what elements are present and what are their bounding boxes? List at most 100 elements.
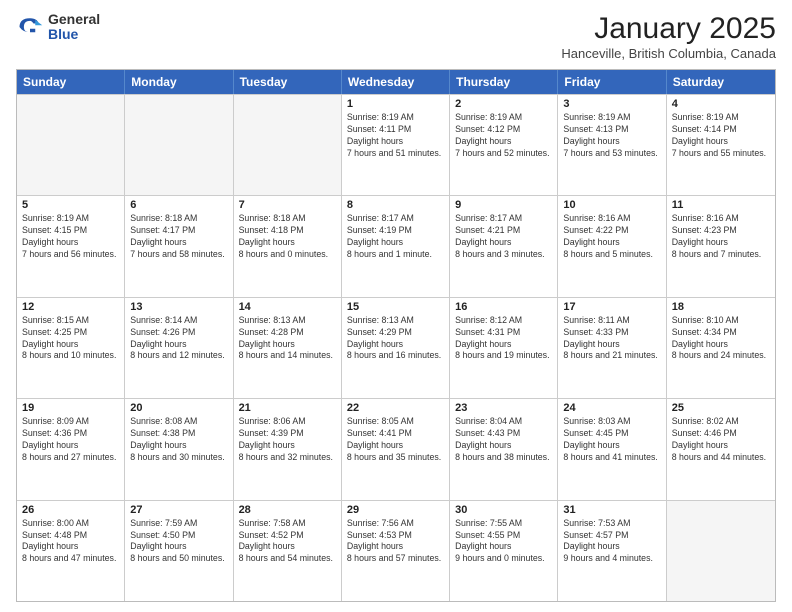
cell-date-number: 11 xyxy=(672,199,770,211)
sunrise-label: Sunrise: 8:16 AM xyxy=(563,213,630,223)
sunset-label: Sunset: 4:34 PM xyxy=(672,327,737,337)
cell-info: Sunrise: 8:13 AMSunset: 4:29 PMDaylight … xyxy=(347,315,444,363)
sunset-label: Sunset: 4:29 PM xyxy=(347,327,412,337)
cell-info: Sunrise: 7:58 AMSunset: 4:52 PMDaylight … xyxy=(239,518,336,566)
cell-date-number: 23 xyxy=(455,402,552,414)
calendar-cell: 16Sunrise: 8:12 AMSunset: 4:31 PMDayligh… xyxy=(450,298,558,398)
cell-info: Sunrise: 8:11 AMSunset: 4:33 PMDaylight … xyxy=(563,315,660,363)
daylight-label: Daylight hours xyxy=(455,541,511,551)
daylight-value: 8 hours and 16 minutes. xyxy=(347,350,441,360)
daylight-value: 7 hours and 53 minutes. xyxy=(563,148,657,158)
daylight-label: Daylight hours xyxy=(347,237,403,247)
sunset-label: Sunset: 4:39 PM xyxy=(239,428,304,438)
calendar-header: SundayMondayTuesdayWednesdayThursdayFrid… xyxy=(17,70,775,94)
sunrise-label: Sunrise: 8:18 AM xyxy=(239,213,306,223)
calendar-cell: 14Sunrise: 8:13 AMSunset: 4:28 PMDayligh… xyxy=(234,298,342,398)
calendar: SundayMondayTuesdayWednesdayThursdayFrid… xyxy=(16,69,776,602)
sunrise-label: Sunrise: 8:19 AM xyxy=(455,112,522,122)
cell-date-number: 19 xyxy=(22,402,119,414)
calendar-cell: 7Sunrise: 8:18 AMSunset: 4:18 PMDaylight… xyxy=(234,196,342,296)
sunset-label: Sunset: 4:23 PM xyxy=(672,225,737,235)
cell-date-number: 29 xyxy=(347,504,444,516)
daylight-value: 7 hours and 56 minutes. xyxy=(22,249,116,259)
sunrise-label: Sunrise: 8:19 AM xyxy=(22,213,89,223)
sunrise-label: Sunrise: 8:02 AM xyxy=(672,416,739,426)
daylight-label: Daylight hours xyxy=(455,440,511,450)
daylight-value: 8 hours and 38 minutes. xyxy=(455,452,549,462)
sunrise-label: Sunrise: 8:13 AM xyxy=(347,315,414,325)
sunrise-label: Sunrise: 8:00 AM xyxy=(22,518,89,528)
logo-text: General Blue xyxy=(48,12,100,43)
page: General Blue January 2025 Hanceville, Br… xyxy=(0,0,792,612)
daylight-value: 8 hours and 10 minutes. xyxy=(22,350,116,360)
cell-info: Sunrise: 8:05 AMSunset: 4:41 PMDaylight … xyxy=(347,416,444,464)
sunset-label: Sunset: 4:57 PM xyxy=(563,530,628,540)
calendar-cell: 13Sunrise: 8:14 AMSunset: 4:26 PMDayligh… xyxy=(125,298,233,398)
cell-info: Sunrise: 8:19 AM Sunset: 4:13 PM Daylight … xyxy=(563,112,660,160)
calendar-cell: 4Sunrise: 8:19 AMSunset: 4:14 PMDaylight… xyxy=(667,95,775,195)
sunrise-label: Sunrise: 8:19 AM xyxy=(563,112,630,122)
daylight-label: Daylight hours xyxy=(672,440,728,450)
cell-date-number: 25 xyxy=(672,402,770,414)
cell-date-number: 13 xyxy=(130,301,227,313)
daylight-value: 8 hours and 32 minutes. xyxy=(239,452,333,462)
cell-info: Sunrise: 8:13 AM Sunset: 4:28 PM Daylight … xyxy=(239,315,336,363)
sunrise-label: Sunrise: 8:05 AM xyxy=(347,416,414,426)
calendar-week-row: 12 Sunrise: 8:15 AM Sunset: 4:25 PM Dayligh… xyxy=(17,297,775,398)
cell-date-number: 27 xyxy=(130,504,227,516)
calendar-cell: 21Sunrise: 8:06 AMSunset: 4:39 PMDayligh… xyxy=(234,399,342,499)
sunset-label: Sunset: 4:43 PM xyxy=(455,428,520,438)
daylight-label: Daylight hours xyxy=(239,237,295,247)
calendar-cell: 6Sunrise: 8:18 AMSunset: 4:17 PMDaylight… xyxy=(125,196,233,296)
sunrise-label: Sunrise: 7:55 AM xyxy=(455,518,522,528)
calendar-cell: 29Sunrise: 7:56 AMSunset: 4:53 PMDayligh… xyxy=(342,501,450,601)
calendar-cell: 1Sunrise: 8:19 AMSunset: 4:11 PMDaylight… xyxy=(342,95,450,195)
cell-info: Sunrise: 8:12 AMSunset: 4:31 PMDaylight … xyxy=(455,315,552,363)
sunset-label: Sunset: 4:53 PM xyxy=(347,530,412,540)
daylight-label: Daylight hours xyxy=(239,339,295,349)
daylight-value: 8 hours and 1 minute. xyxy=(347,249,432,259)
cell-date-number: 24 xyxy=(563,402,660,414)
sunset-label: Sunset: 4:25 PM xyxy=(22,327,87,337)
logo-general: General xyxy=(48,11,100,27)
daylight-label: Daylight hours xyxy=(563,440,619,450)
cell-date-number: 21 xyxy=(239,402,336,414)
cell-date-number: 17 xyxy=(563,301,660,313)
daylight-label: Daylight hours xyxy=(563,136,619,146)
sunset-label: Sunset: 4:28 PM xyxy=(239,327,304,337)
daylight-value: 7 hours and 58 minutes. xyxy=(130,249,224,259)
sunset-label: Sunset: 4:13 PM xyxy=(563,124,628,134)
daylight-label: Daylight hours xyxy=(455,136,511,146)
daylight-label: Daylight hours xyxy=(239,541,295,551)
calendar-cell: 3Sunrise: 8:19 AMSunset: 4:13 PMDaylight… xyxy=(558,95,666,195)
calendar-body: 1Sunrise: 8:19 AMSunset: 4:11 PMDaylight… xyxy=(17,94,775,601)
cell-date-number: 2 xyxy=(455,98,552,110)
cell-date-number: 12 xyxy=(22,301,119,313)
sunrise-label: Sunrise: 8:19 AM xyxy=(347,112,414,122)
calendar-cell: 5Sunrise: 8:19 AMSunset: 4:15 PMDaylight… xyxy=(17,196,125,296)
daylight-value: 8 hours and 47 minutes. xyxy=(22,553,116,563)
calendar-cell: 9Sunrise: 8:17 AMSunset: 4:21 PMDaylight… xyxy=(450,196,558,296)
calendar-week-row: 1Sunrise: 8:19 AMSunset: 4:11 PMDaylight… xyxy=(17,94,775,195)
sunset-label: Sunset: 4:15 PM xyxy=(22,225,87,235)
sunrise-label: Sunrise: 8:15 AM xyxy=(22,315,89,325)
sunrise-label: Sunrise: 8:13 AM xyxy=(239,315,306,325)
calendar-cell: 12Sunrise: 8:15 AMSunset: 4:25 PMDayligh… xyxy=(17,298,125,398)
calendar-cell: 30Sunrise: 7:55 AMSunset: 4:55 PMDayligh… xyxy=(450,501,558,601)
daylight-value: 8 hours and 27 minutes. xyxy=(22,452,116,462)
sunset-label: Sunset: 4:33 PM xyxy=(563,327,628,337)
daylight-label: Daylight hours xyxy=(563,237,619,247)
sunset-label: Sunset: 4:45 PM xyxy=(563,428,628,438)
daylight-value: 8 hours and 7 minutes. xyxy=(672,249,762,259)
calendar-day-header: Wednesday xyxy=(342,70,450,94)
daylight-label: Daylight hours xyxy=(130,440,186,450)
sunrise-label: Sunrise: 8:04 AM xyxy=(455,416,522,426)
sunrise-label: Sunrise: 8:19 AM xyxy=(672,112,739,122)
cell-info: Sunrise: 8:17 AMSunset: 4:19 PMDaylight … xyxy=(347,213,444,261)
calendar-cell: 25Sunrise: 8:02 AMSunset: 4:46 PMDayligh… xyxy=(667,399,775,499)
daylight-value: 8 hours and 30 minutes. xyxy=(130,452,224,462)
daylight-label: Daylight hours xyxy=(347,440,403,450)
daylight-label: Daylight hours xyxy=(239,440,295,450)
daylight-label: Daylight hours xyxy=(22,541,78,551)
calendar-cell: 2Sunrise: 8:19 AMSunset: 4:12 PMDaylight… xyxy=(450,95,558,195)
